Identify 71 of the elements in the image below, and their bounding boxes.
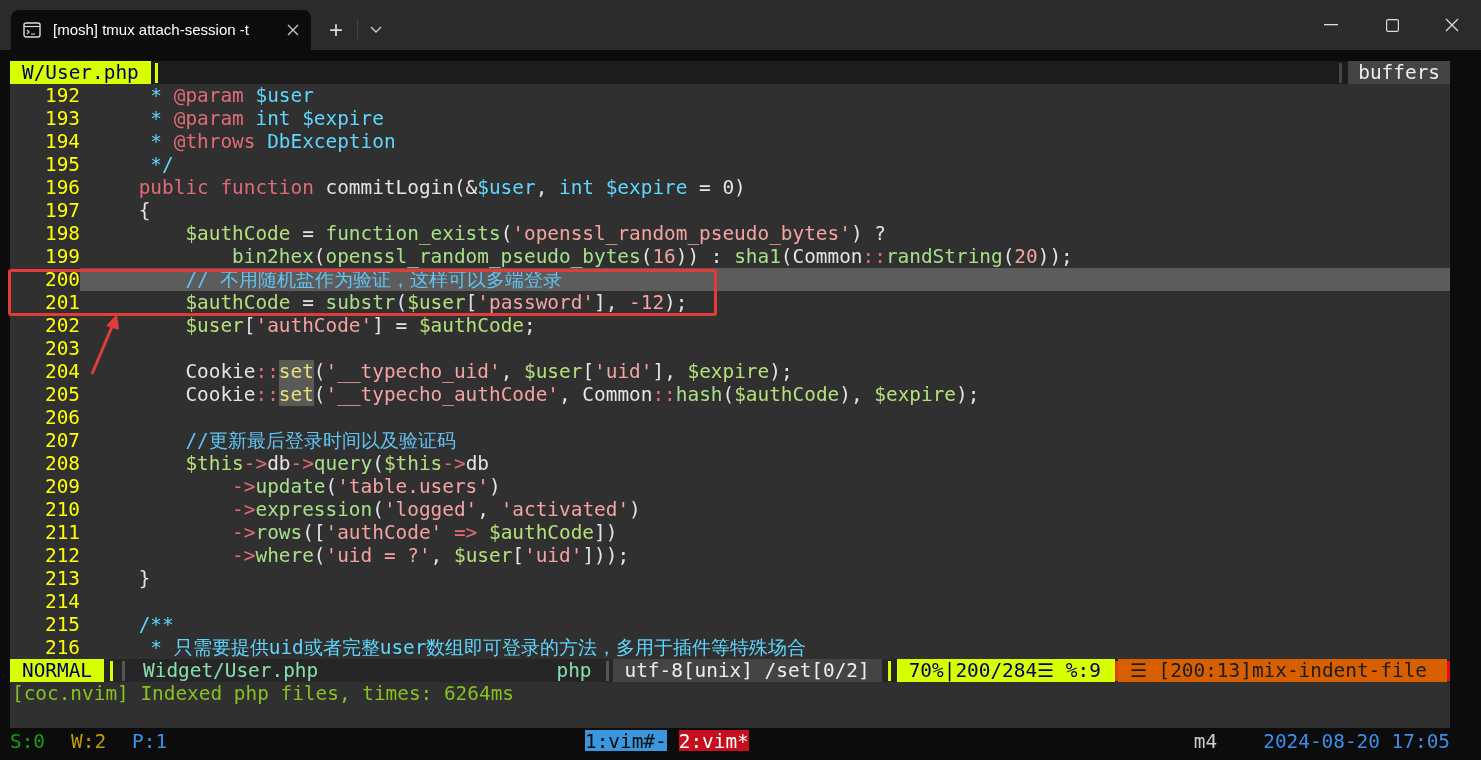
window-tab[interactable]: 1:vim#-: [585, 730, 667, 751]
line-number: 195: [43, 153, 80, 176]
session-counter: W:2: [71, 730, 107, 751]
terminal-tab[interactable]: [mosh] tmux attach-session -t: [11, 10, 311, 50]
line-number: 202: [43, 314, 80, 337]
code-line: Cookie::set('__typecho_authCode', Common::hash($authCode), $expire);: [184, 383, 980, 406]
line-number: 206: [43, 406, 80, 429]
code-line: ->where('uid = ?', $user['uid']));: [231, 544, 630, 567]
line-number: 215: [43, 613, 80, 636]
host-name: m4: [1193, 730, 1218, 751]
code-line: ->update('table.users'): [231, 475, 501, 498]
code-line: $authCode = function_exists('openssl_random_pseudo_bytes') ?: [184, 222, 886, 245]
warning-indicator: ☰ [200:13]mix-indent-file: [1117, 659, 1447, 682]
chevron-down-icon[interactable]: [370, 26, 382, 34]
line-number: 200: [43, 268, 80, 291]
code-line: $user['authCode'] = $authCode;: [184, 314, 536, 337]
line-number: 209: [43, 475, 80, 498]
code-line: * @param $user: [149, 84, 314, 107]
line-number: 211: [43, 521, 80, 544]
line-number: 196: [43, 176, 80, 199]
code-line: public function commitLogin(&$user, int $expire = 0): [137, 176, 746, 199]
session-counter: P:1: [132, 730, 168, 751]
code-line: */: [149, 153, 174, 176]
code-line: ->rows(['authCode' => $authCode]): [231, 521, 618, 544]
code-line: Cookie::set('__typecho_uid', $user['uid'], $expire);: [184, 360, 793, 383]
code-line: {: [137, 199, 151, 222]
line-number: 213: [43, 567, 80, 590]
code-line: $this->db->query($this->db: [184, 452, 489, 475]
close-icon[interactable]: [287, 24, 299, 36]
date-time: 2024-08-20 17:05: [1263, 730, 1450, 751]
code-line: ->expression('logged', 'activated'): [231, 498, 641, 521]
line-number: 214: [43, 590, 80, 613]
minimize-icon[interactable]: [1324, 24, 1338, 26]
code-line: * @throws DbException: [149, 130, 396, 153]
line-number: 194: [43, 130, 80, 153]
line-number: 212: [43, 544, 80, 567]
line-number: 208: [43, 452, 80, 475]
new-tab-button[interactable]: +: [319, 15, 353, 45]
line-number: 203: [43, 337, 80, 360]
window-tab[interactable]: 2:vim*: [678, 730, 749, 751]
session-counter: S:0: [10, 730, 46, 751]
code-line: $authCode = substr($user['password'], -12);: [184, 291, 688, 314]
message-line: [coc.nvim] Indexed php files, times: 6264ms: [11, 682, 514, 705]
file-type: php: [556, 659, 592, 682]
code-line: * @param int $expire: [149, 107, 384, 130]
maximize-icon[interactable]: [1386, 18, 1399, 32]
code-line: }: [137, 567, 151, 590]
line-number: 201: [43, 291, 80, 314]
line-number: 210: [43, 498, 80, 521]
buffer-tab[interactable]: W/User.php: [10, 61, 151, 84]
line-number: 199: [43, 245, 80, 268]
line-number: 205: [43, 383, 80, 406]
buffers-label: buffers: [1348, 61, 1450, 84]
line-number: 207: [43, 429, 80, 452]
cursor-position: 70%|200/284☰ %:9: [896, 659, 1115, 682]
close-icon[interactable]: [1445, 18, 1459, 32]
line-number: 193: [43, 107, 80, 130]
code-line: /**: [137, 613, 174, 636]
tab-title: [mosh] tmux attach-session -t: [53, 19, 250, 40]
line-number: 197: [43, 199, 80, 222]
line-number: 216: [43, 636, 80, 659]
code-line: //更新最后登录时间以及验证码: [184, 429, 456, 452]
mode-indicator: NORMAL: [10, 659, 105, 682]
line-number: 192: [43, 84, 80, 107]
encoding-info: utf-8[unix] /set[0/2]: [612, 659, 882, 682]
file-name: Widget/User.php: [143, 659, 319, 682]
code-line: * 只需要提供uid或者完整user数组即可登录的方法，多用于插件等特殊场合: [149, 636, 807, 659]
terminal-icon: [23, 22, 41, 38]
code-line: bin2hex(openssl_random_pseudo_bytes(16)) : sha1(Common::randString(20));: [231, 245, 1073, 268]
line-number: 204: [43, 360, 80, 383]
line-number: 198: [43, 222, 80, 245]
